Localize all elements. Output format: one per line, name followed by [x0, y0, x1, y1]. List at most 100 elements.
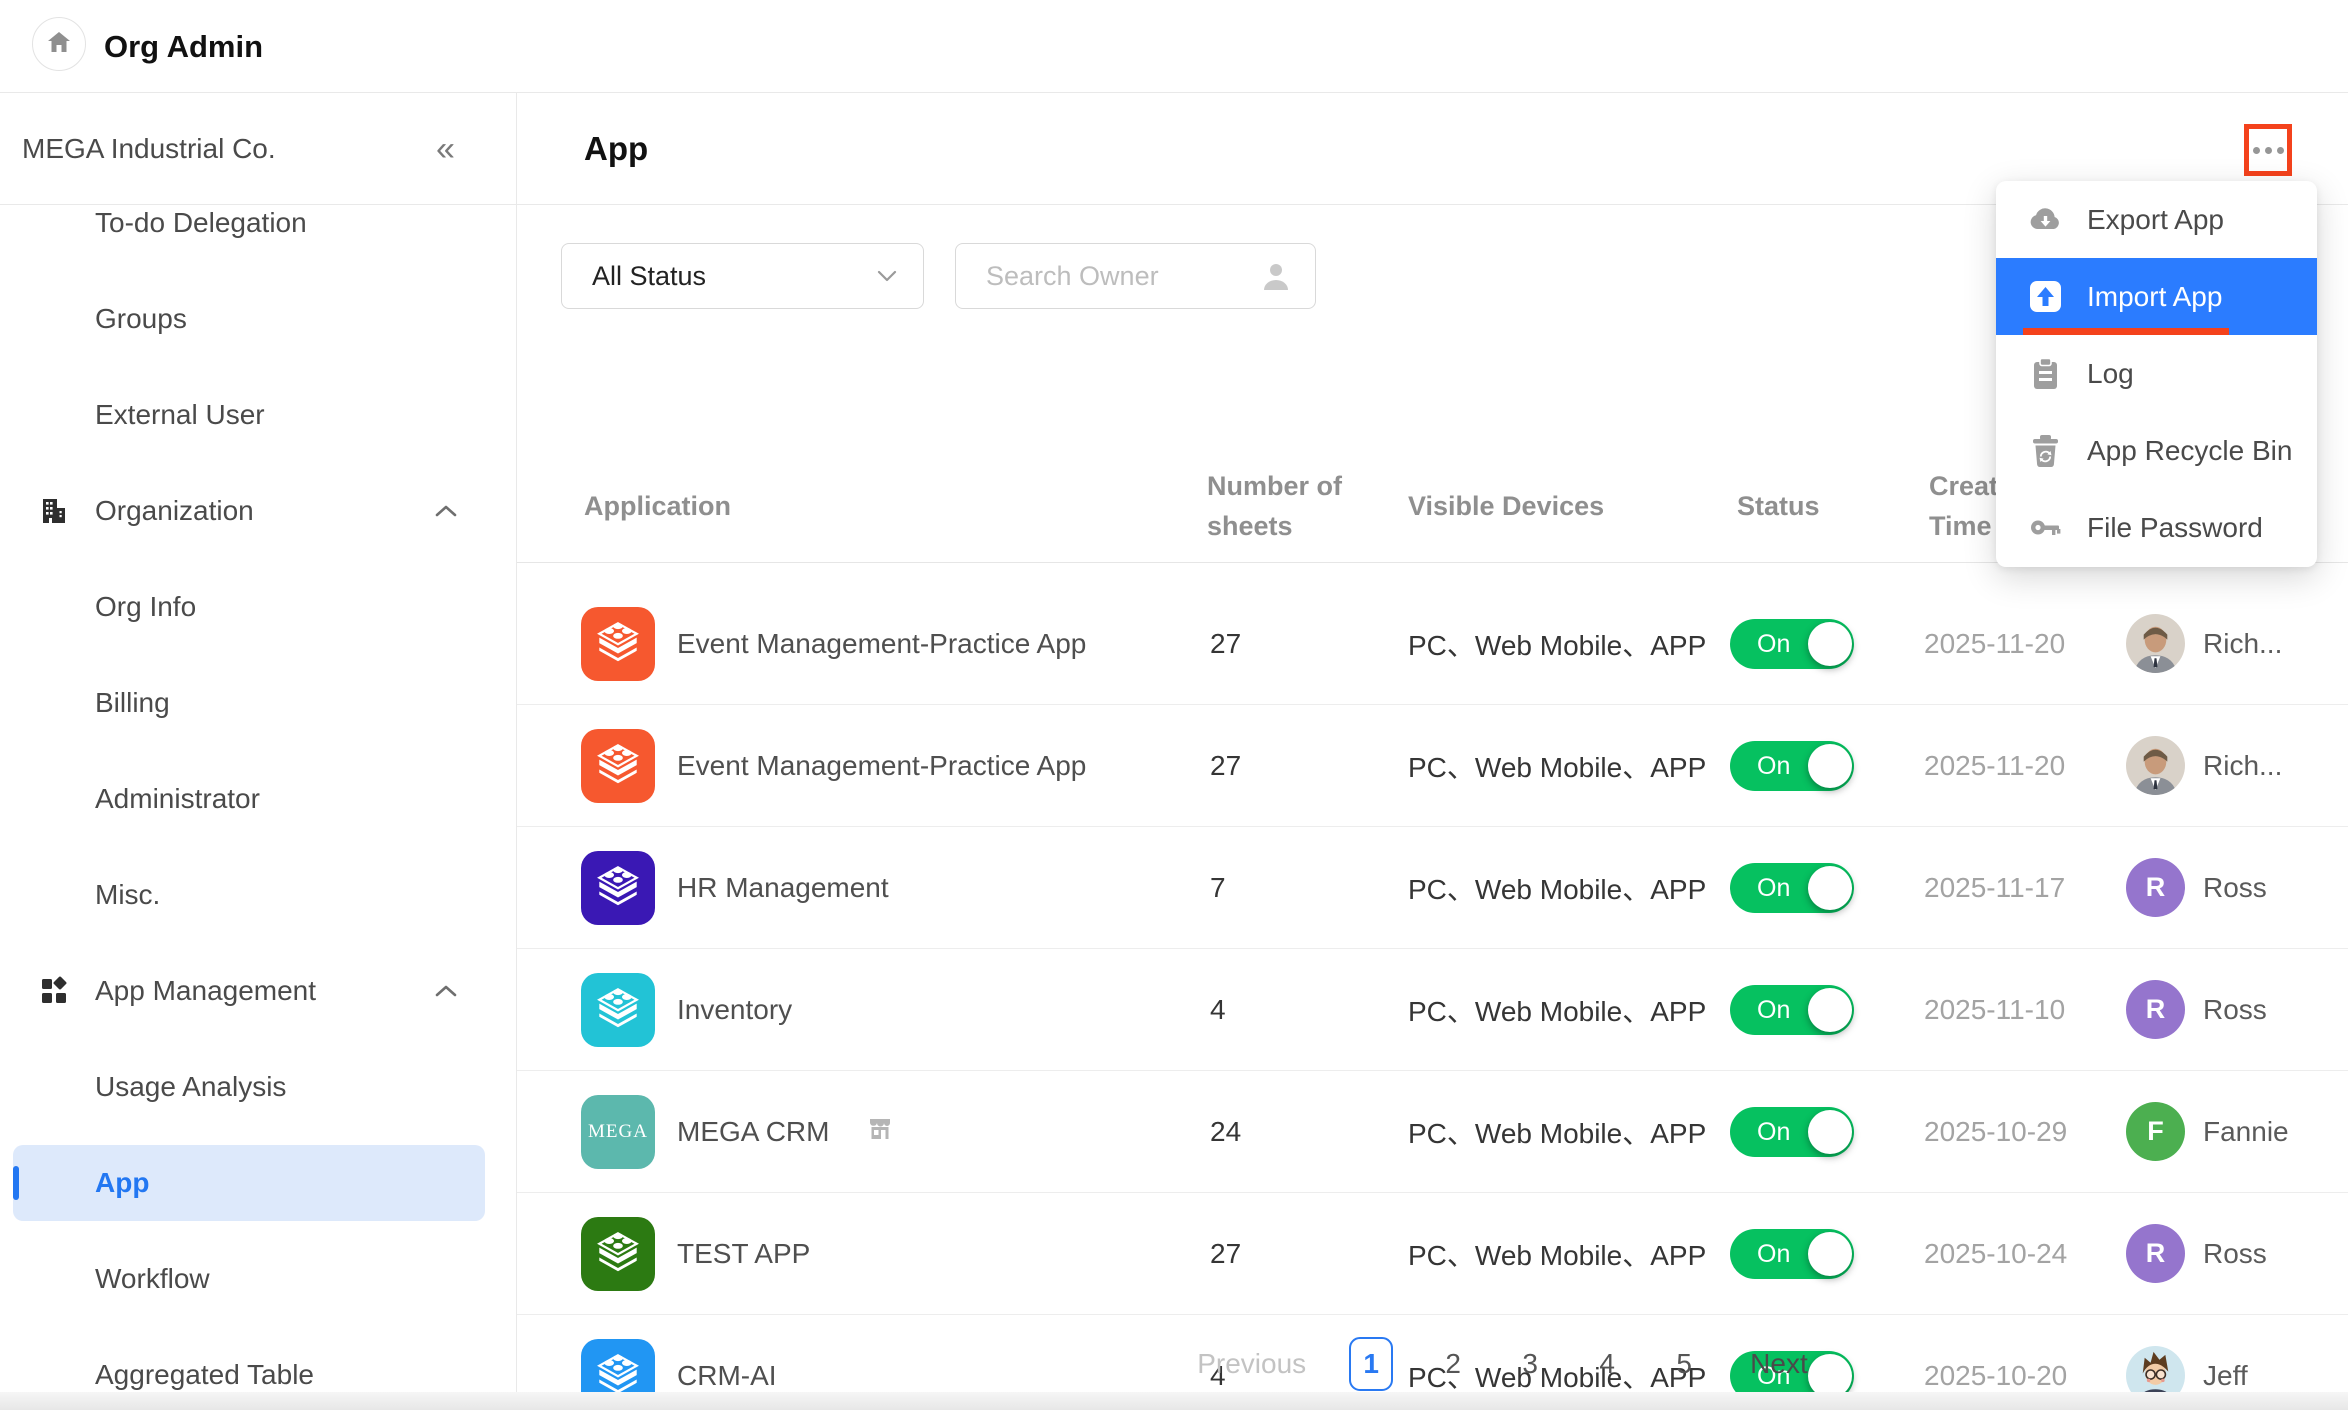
more-actions-button[interactable]	[2244, 124, 2292, 176]
app-tile	[581, 1217, 655, 1291]
app-name: HR Management	[677, 827, 889, 949]
sidebar-item-usage-analysis[interactable]: Usage Analysis	[0, 1039, 517, 1135]
sheet-count: 27	[1210, 705, 1241, 827]
sidebar-item-external-user[interactable]: External User	[0, 367, 517, 463]
visible-devices: PC、Web Mobile、APP	[1408, 1071, 1706, 1193]
toggle-knob	[1808, 866, 1852, 910]
col-number-of-sheets: Number of sheets	[1207, 450, 1357, 563]
sidebar-item-label: Org Info	[95, 591, 196, 623]
sidebar-item-billing[interactable]: Billing	[0, 655, 517, 751]
avatar	[2126, 614, 2185, 673]
status-filter-select[interactable]: All Status	[561, 243, 924, 309]
import-icon	[2027, 278, 2064, 315]
chevron-down-icon	[877, 270, 897, 288]
sidebar-item-label: Billing	[95, 687, 170, 719]
avatar: R	[2126, 858, 2185, 917]
table-row[interactable]: TEST APP 27 PC、Web Mobile、APP On 2025-10…	[517, 1193, 2348, 1315]
table-row[interactable]: Event Management-Practice App 27 PC、Web …	[517, 705, 2348, 827]
app-tile	[581, 973, 655, 1047]
app-title: Org Admin	[104, 0, 263, 93]
sidebar-item-misc[interactable]: Misc.	[0, 847, 517, 943]
app-name: TEST APP	[677, 1193, 810, 1315]
menu-item-import-app[interactable]: Import App	[1996, 258, 2317, 335]
status-toggle[interactable]: On	[1730, 741, 1854, 791]
app-actions-menu: Export App Import App Log App Recycle Bi…	[1996, 181, 2317, 567]
toggle-label: On	[1757, 1229, 1790, 1279]
sidebar-item-app-management[interactable]: App Management	[0, 943, 517, 1039]
sidebar-item-label: Aggregated Table	[95, 1359, 314, 1391]
status-toggle[interactable]: On	[1730, 1229, 1854, 1279]
toggle-knob	[1808, 1110, 1852, 1154]
sheet-count: 27	[1210, 583, 1241, 705]
selected-indicator-bar	[13, 1166, 19, 1200]
status-toggle[interactable]: On	[1730, 863, 1854, 913]
create-time: 2025-10-24	[1924, 1193, 2067, 1315]
menu-item-app-recycle-bin[interactable]: App Recycle Bin	[1996, 412, 2317, 489]
brick-icon	[596, 742, 640, 791]
create-time: 2025-11-10	[1924, 949, 2065, 1071]
visible-devices: PC、Web Mobile、APP	[1408, 583, 1706, 705]
org-name: MEGA Industrial Co.	[22, 93, 276, 205]
sidebar-item-administrator[interactable]: Administrator	[0, 751, 517, 847]
sidebar-item-label: Workflow	[95, 1263, 210, 1295]
menu-item-file-password[interactable]: File Password	[1996, 489, 2317, 566]
sidebar-item-app[interactable]: App	[0, 1135, 517, 1231]
status-toggle[interactable]: On	[1730, 619, 1854, 669]
home-icon	[46, 29, 72, 60]
create-time: 2025-11-20	[1924, 583, 2065, 705]
status-toggle[interactable]: On	[1730, 985, 1854, 1035]
sidebar-item-label: Organization	[95, 495, 254, 527]
sheet-count: 4	[1210, 949, 1226, 1071]
sidebar-header: MEGA Industrial Co. «	[0, 93, 516, 205]
app-tile-text: MEGA	[588, 1121, 648, 1143]
home-button[interactable]	[32, 17, 86, 71]
create-time: 2025-11-20	[1924, 705, 2065, 827]
previous-page-button[interactable]: Previous	[1197, 1348, 1306, 1380]
avatar: F	[2126, 1102, 2185, 1161]
sidebar-item-groups[interactable]: Groups	[0, 271, 517, 367]
owner-search-input[interactable]	[986, 244, 1256, 308]
sidebar-item-label: Administrator	[95, 783, 260, 815]
selected-highlight	[13, 1145, 485, 1221]
app-name: MEGA CRM	[677, 1071, 893, 1193]
sidebar: To-do Delegation Groups External User	[0, 93, 517, 1410]
brick-icon	[596, 986, 640, 1035]
owner-name: Fannie	[2203, 1071, 2289, 1193]
owner-name: Ross	[2203, 1193, 2267, 1315]
app-name: Inventory	[677, 949, 792, 1071]
table-row[interactable]: HR Management 7 PC、Web Mobile、APP On 202…	[517, 827, 2348, 949]
toggle-knob	[1808, 1232, 1852, 1276]
sidebar-item-organization[interactable]: Organization	[0, 463, 517, 559]
menu-item-log[interactable]: Log	[1996, 335, 2317, 412]
menu-item-export-app[interactable]: Export App	[1996, 181, 2317, 258]
status-toggle[interactable]: On	[1730, 1107, 1854, 1157]
table-row[interactable]: Event Management-Practice App 27 PC、Web …	[517, 583, 2348, 705]
page-button-5[interactable]: 5	[1667, 1348, 1701, 1380]
app-name: Event Management-Practice App	[677, 583, 1086, 705]
sidebar-item-label: App	[95, 1167, 149, 1199]
table-row[interactable]: Inventory 4 PC、Web Mobile、APP On 2025-11…	[517, 949, 2348, 1071]
visible-devices: PC、Web Mobile、APP	[1408, 827, 1706, 949]
page-button-2[interactable]: 2	[1436, 1348, 1470, 1380]
page-button-3[interactable]: 3	[1513, 1348, 1547, 1380]
page-button-1[interactable]: 1	[1349, 1337, 1393, 1391]
sidebar-item-label: App Management	[95, 975, 316, 1007]
top-bar: Org Admin	[0, 0, 2348, 93]
sidebar-item-label: To-do Delegation	[95, 207, 307, 239]
page-title: App	[584, 93, 648, 205]
table-row[interactable]: MEGA MEGA CRM 24 PC、Web Mobile、APP On 20…	[517, 1071, 2348, 1193]
col-status: Status	[1737, 450, 1820, 563]
create-time: 2025-10-29	[1924, 1071, 2067, 1193]
collapse-sidebar-icon[interactable]: «	[436, 93, 455, 205]
menu-item-label: Log	[2087, 358, 2134, 390]
clipboard-icon	[2027, 355, 2064, 392]
sidebar-item-org-info[interactable]: Org Info	[0, 559, 517, 655]
sidebar-item-workflow[interactable]: Workflow	[0, 1231, 517, 1327]
sheet-count: 27	[1210, 1193, 1241, 1315]
sidebar-item-label: Usage Analysis	[95, 1071, 286, 1103]
next-page-button[interactable]: Next	[1750, 1348, 1808, 1380]
page-button-4[interactable]: 4	[1590, 1348, 1624, 1380]
brick-icon	[596, 864, 640, 913]
owner-search-box	[955, 243, 1316, 309]
cloud-download-icon	[2027, 201, 2064, 238]
